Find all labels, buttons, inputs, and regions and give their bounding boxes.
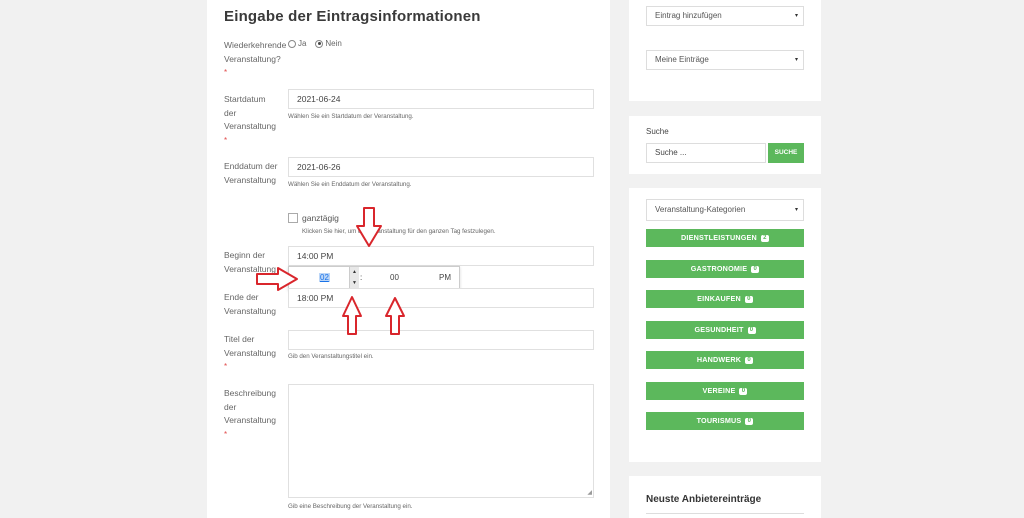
annotation-arrows (256, 207, 405, 335)
arrow-up-icon (385, 297, 405, 335)
arrow-right-icon (256, 267, 298, 291)
arrow-down-icon (356, 207, 382, 247)
arrow-up-icon (342, 296, 362, 335)
